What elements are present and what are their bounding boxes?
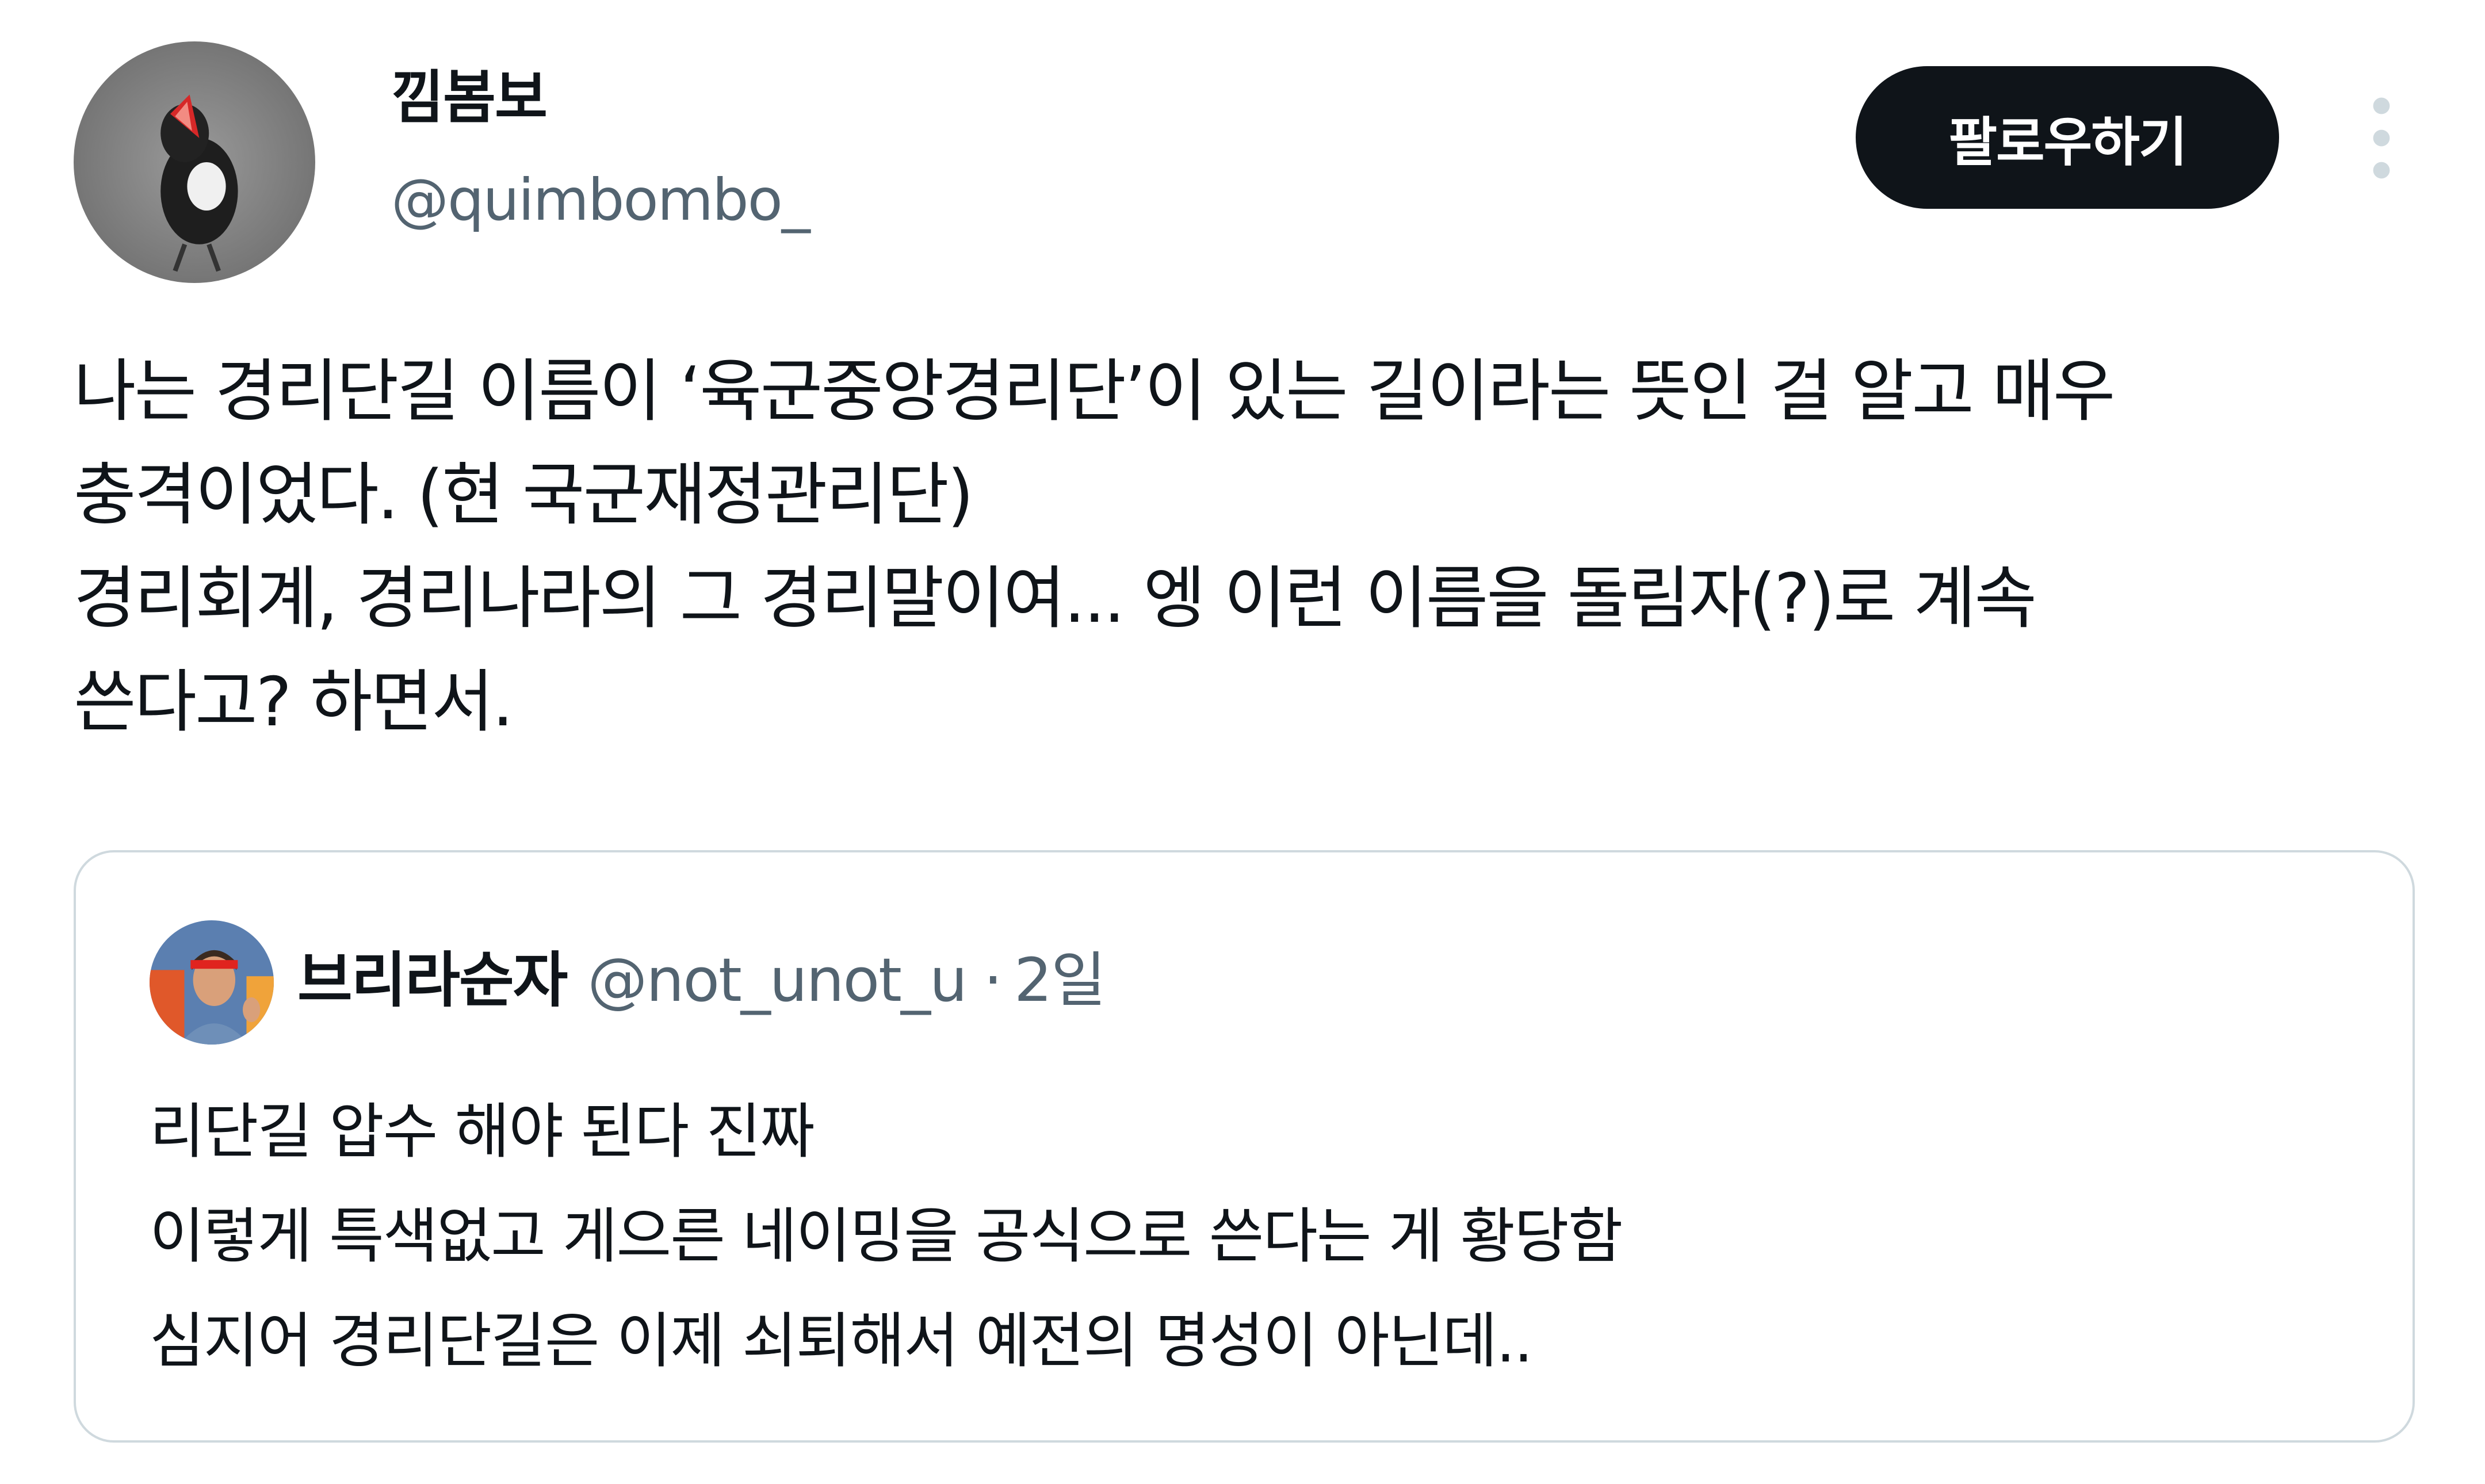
quoted-line: 이렇게 특색없고 게으른 네이밍을 공식으로 쓴다는 게 황당함 (150, 1201, 1623, 1271)
author-handle[interactable]: @quimbombo_ (391, 171, 811, 229)
quoted-display-name[interactable]: 브리라순자 (297, 945, 568, 1015)
bird-avatar-icon (74, 41, 315, 283)
tweet-text: 나는 경리단길 이름이 ‘육군중앙경리단’이 있는 길이라는 뜻인 걸 알고 매… (74, 339, 2444, 754)
quoted-tweet-header: 브리라순자 @not_unot_u · 2일 (297, 950, 1106, 1010)
quoted-handle[interactable]: @not_unot_u (587, 945, 967, 1015)
more-options-button[interactable] (2347, 92, 2416, 184)
quoted-timestamp[interactable]: 2일 (1014, 945, 1106, 1015)
tweet-line: 나는 경리단길 이름이 ‘육군중앙경리단’이 있는 길이라는 뜻인 걸 알고 매… (74, 351, 2115, 431)
quoted-tweet-card[interactable]: 브리라순자 @not_unot_u · 2일 리단길 압수 해야 된다 진짜 이렇게 … (74, 850, 2415, 1443)
person-avatar-icon (150, 920, 274, 1045)
author-avatar[interactable] (74, 41, 315, 283)
author-display-name[interactable]: 낌봄보 (391, 69, 548, 127)
tweet-line: 충격이었다. (현 국군재정관리단) (74, 455, 974, 534)
tweet-line: 쓴다고? 하면서. (74, 662, 514, 741)
follow-button[interactable]: 팔로우하기 (1856, 66, 2279, 209)
quoted-author-avatar[interactable] (150, 920, 274, 1045)
tweet-line: 경리회계, 경리나라의 그 경리말이여... 엥 이런 이름을 돌림자(?)로 … (74, 559, 2037, 638)
separator-dot: · (983, 945, 1003, 1015)
quoted-line: 리단길 압수 해야 된다 진짜 (150, 1096, 815, 1166)
more-vertical-icon (2373, 97, 2390, 179)
quoted-tweet-text: 리단길 압수 해야 된다 진짜 이렇게 특색없고 게으른 네이밍을 공식으로 쓴… (150, 1079, 1623, 1393)
quoted-line: 심지어 경리단길은 이제 쇠퇴해서 예전의 명성이 아닌데.. (150, 1306, 1533, 1376)
